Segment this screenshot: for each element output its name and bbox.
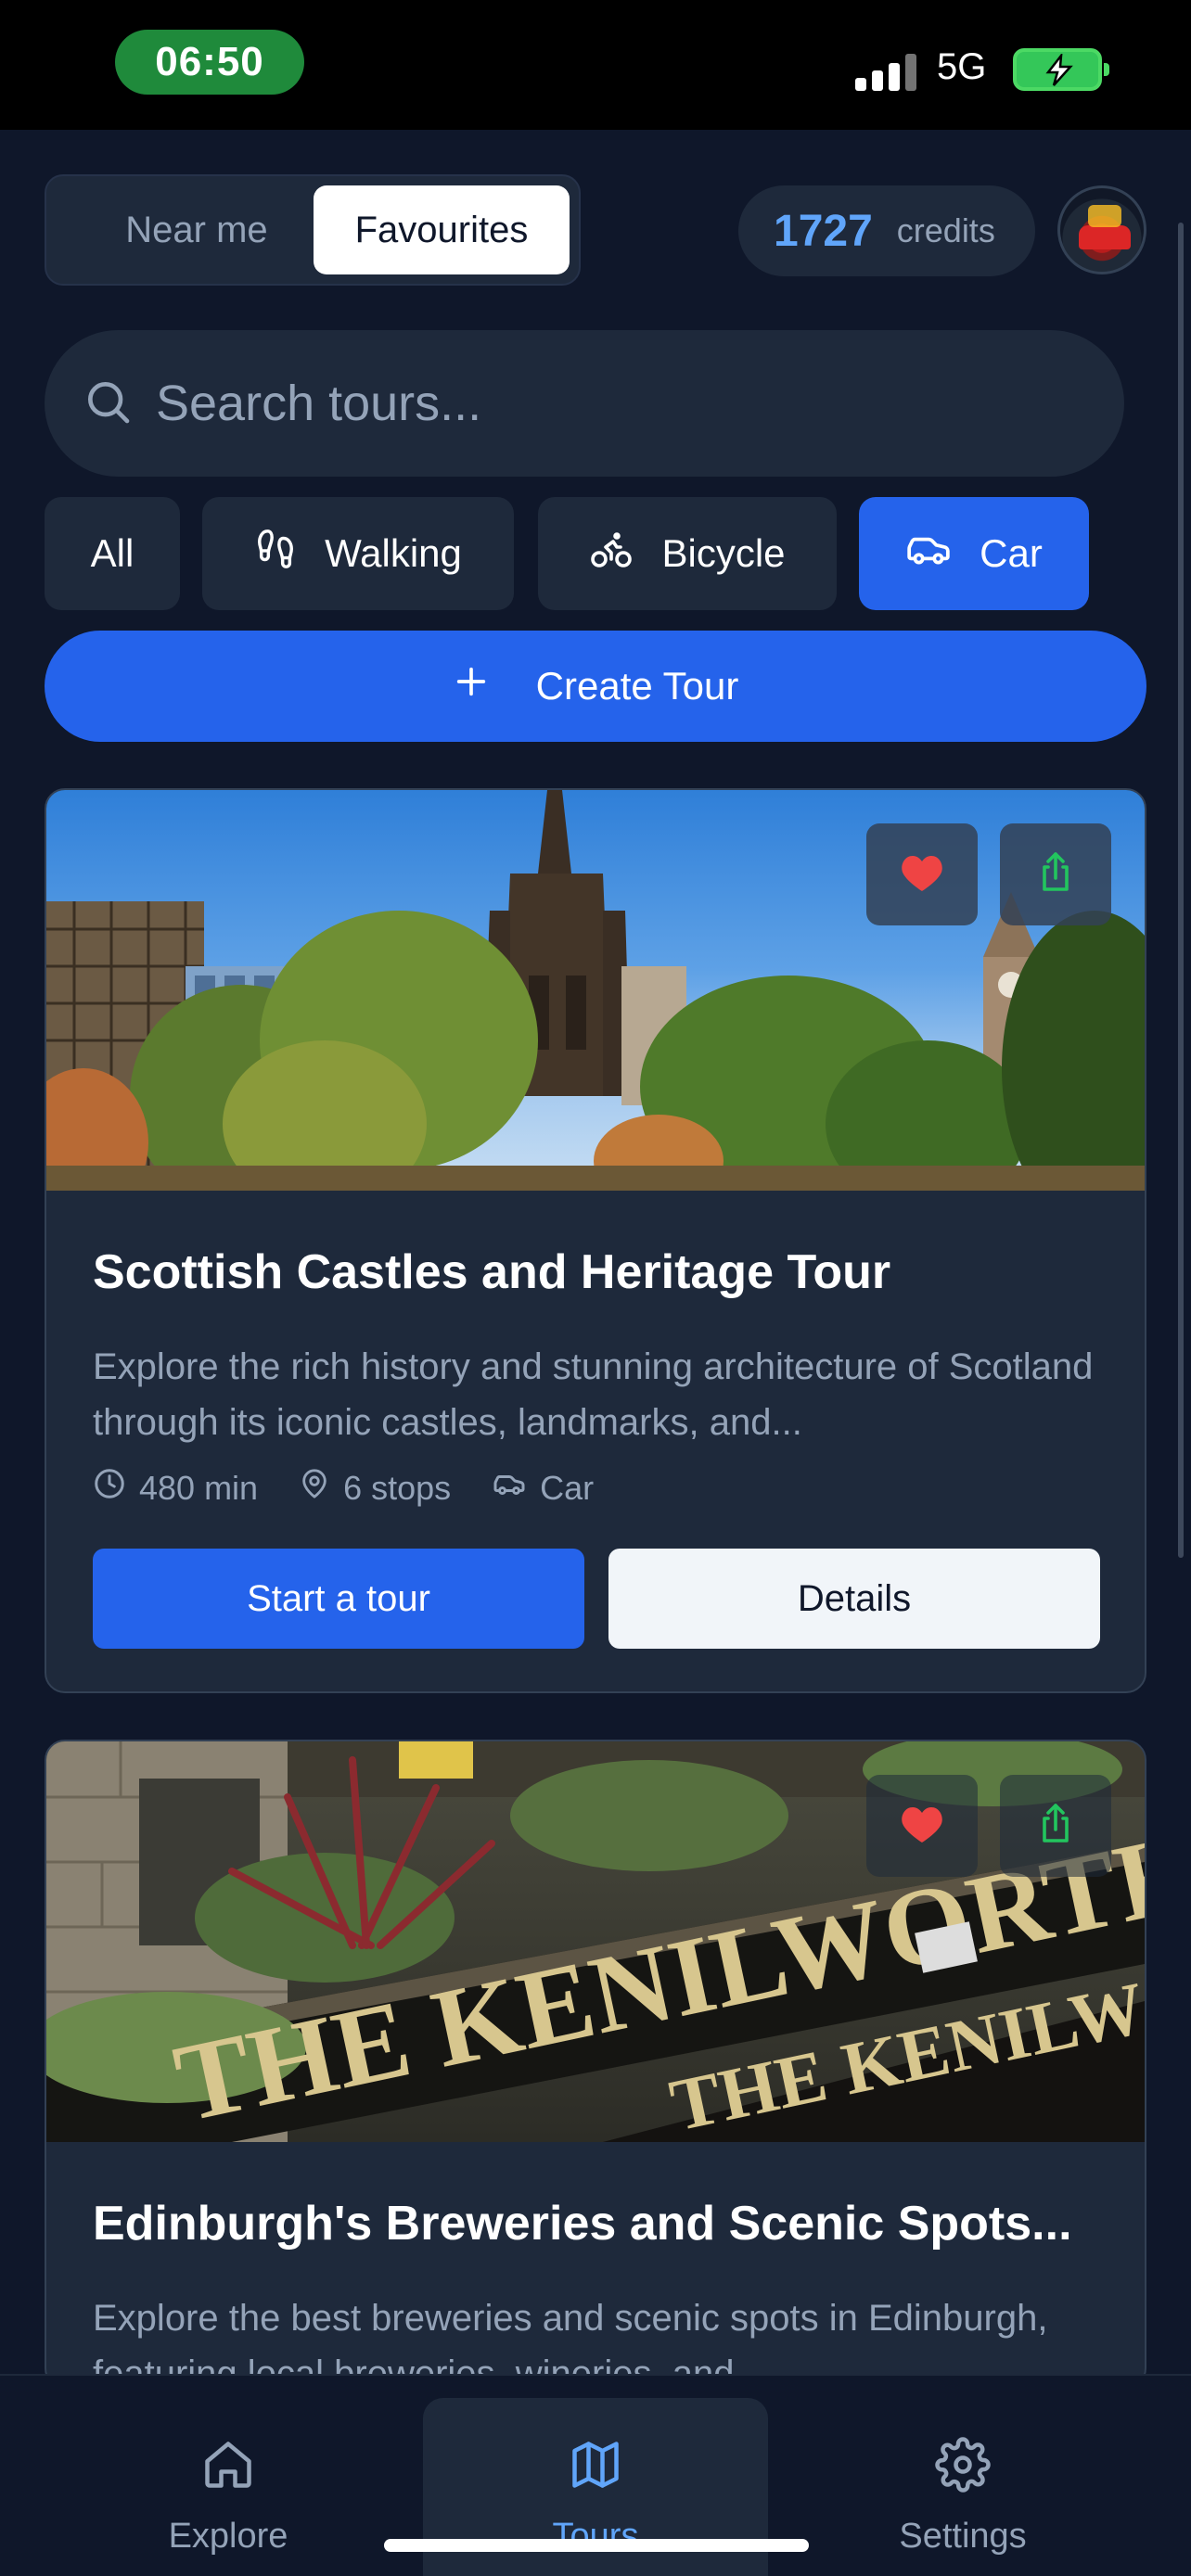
search-bar[interactable] (45, 330, 1124, 477)
credits-value: 1727 (774, 206, 873, 256)
tour-description: Explore the rich history and stunning ar… (93, 1346, 1094, 1443)
home-icon (200, 2437, 256, 2502)
filter-label: Bicycle (661, 531, 786, 575)
view-segmented-control: Near me Favourites (45, 174, 581, 286)
filter-walking[interactable]: Walking (202, 497, 514, 610)
tour-card[interactable]: THE KENILWORTH THE KENILWO Edinburgh's B… (45, 1740, 1146, 2389)
share-icon (1033, 1800, 1078, 1853)
stops-meta: 6 stops (299, 1467, 451, 1509)
tour-image: THE KENILWORTH THE KENILWO (46, 1741, 1145, 2142)
map-icon (568, 2437, 623, 2502)
filter-bicycle[interactable]: Bicycle (538, 497, 837, 610)
plus-icon (453, 663, 490, 709)
share-button[interactable] (1000, 823, 1111, 925)
share-icon (1033, 848, 1078, 901)
map-pin-icon (299, 1467, 330, 1509)
filter-label: All (90, 531, 134, 575)
credits-label: credits (896, 211, 995, 249)
bicycle-icon (589, 527, 634, 580)
duration-value: 480 min (139, 1468, 259, 1507)
status-bar: 06:50 5G (0, 0, 1191, 130)
nav-label: Explore (168, 2517, 288, 2556)
gear-icon (935, 2437, 991, 2502)
segment-near-me[interactable]: Near me (58, 185, 336, 274)
filter-all[interactable]: All (45, 497, 180, 610)
filter-car[interactable]: Car (859, 497, 1089, 610)
filter-label: Car (980, 531, 1043, 575)
status-time: 06:50 (115, 30, 304, 95)
battery-icon (1013, 48, 1109, 91)
favourite-button[interactable] (866, 1775, 978, 1877)
scrollbar[interactable] (1178, 223, 1184, 1558)
signal-icon (855, 52, 918, 91)
search-input[interactable] (156, 375, 1046, 432)
heart-icon (900, 1804, 944, 1849)
nav-label: Settings (899, 2517, 1027, 2556)
car-icon (492, 1467, 527, 1509)
heart-icon (900, 852, 944, 898)
start-tour-button[interactable]: Start a tour (93, 1549, 584, 1649)
search-icon (82, 376, 134, 432)
home-indicator (384, 2539, 809, 2552)
clock-icon (93, 1467, 126, 1509)
tour-meta: 480 min 6 stops Car (93, 1467, 594, 1509)
car-icon (905, 526, 952, 581)
avatar[interactable] (1057, 185, 1146, 274)
nav-settings[interactable]: Settings (790, 2398, 1135, 2576)
mode-value: Car (540, 1468, 595, 1507)
favourite-button[interactable] (866, 823, 978, 925)
tour-title: Edinburgh's Breweries and Scenic Spots..… (93, 2197, 1072, 2251)
mode-meta: Car (492, 1467, 594, 1509)
nav-explore[interactable]: Explore (56, 2398, 401, 2576)
segment-favourites[interactable]: Favourites (314, 185, 570, 274)
create-tour-button[interactable]: Create Tour (45, 631, 1146, 742)
network-label: 5G (937, 46, 987, 87)
share-button[interactable] (1000, 1775, 1111, 1877)
details-button[interactable]: Details (608, 1549, 1100, 1649)
filter-label: Walking (325, 531, 462, 575)
create-tour-label: Create Tour (535, 664, 739, 708)
tour-title: Scottish Castles and Heritage Tour (93, 1245, 891, 1299)
tour-image (46, 790, 1145, 1191)
duration-meta: 480 min (93, 1467, 258, 1509)
credits-badge[interactable]: 1727 credits (738, 185, 1035, 276)
stops-value: 6 stops (343, 1468, 452, 1507)
tour-card[interactable]: Scottish Castles and Heritage Tour Explo… (45, 788, 1146, 1693)
footprints-icon (254, 528, 297, 580)
